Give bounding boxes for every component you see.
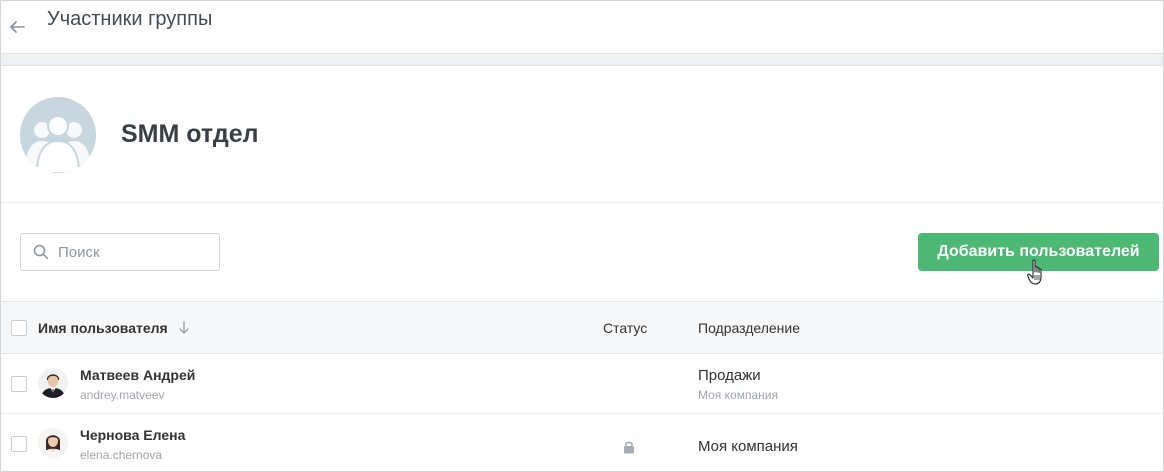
department-name: Продажи <box>698 367 761 384</box>
page-title: Участники группы <box>47 7 213 30</box>
section-divider <box>1 54 1163 66</box>
column-header-department: Подразделение <box>698 320 801 336</box>
column-header-status: Статус <box>603 320 648 336</box>
search-icon <box>33 244 49 260</box>
department-name: Моя компания <box>698 438 798 455</box>
top-bar: Участники группы <box>1 1 1163 54</box>
group-members-page: Участники группы SMM отдел Поиск Добавит… <box>0 0 1164 472</box>
table-row[interactable]: Чернова Елена elena.chernova Моя компани… <box>1 414 1163 471</box>
user-login: elena.chernova <box>80 448 163 462</box>
search-box[interactable] <box>20 233 220 271</box>
row-checkbox[interactable] <box>11 436 27 452</box>
toolbar: Добавить пользователей <box>1 203 1163 301</box>
group-users-icon <box>20 97 96 173</box>
back-arrow-icon[interactable] <box>9 19 25 35</box>
table-row[interactable]: Матвеев Андрей andrey.matveev Продажи Мо… <box>1 354 1163 414</box>
row-checkbox[interactable] <box>11 376 27 392</box>
sort-arrow-down-icon[interactable] <box>178 321 190 335</box>
user-login: andrey.matveev <box>80 388 165 402</box>
lock-icon <box>623 440 635 454</box>
avatar[interactable] <box>38 428 68 458</box>
column-header-name[interactable]: Имя пользователя <box>38 320 168 336</box>
group-header: SMM отдел <box>1 67 1163 203</box>
search-input[interactable] <box>58 243 208 261</box>
avatar[interactable] <box>38 368 68 398</box>
table-header: Имя пользователя Статус Подразделение <box>1 301 1163 354</box>
select-all-checkbox[interactable] <box>11 320 27 336</box>
group-name: SMM отдел <box>121 120 259 148</box>
hand-pointer-icon <box>1027 259 1047 287</box>
department-company: Моя компания <box>698 388 778 402</box>
user-name[interactable]: Чернова Елена <box>80 427 185 443</box>
user-name[interactable]: Матвеев Андрей <box>80 367 195 383</box>
